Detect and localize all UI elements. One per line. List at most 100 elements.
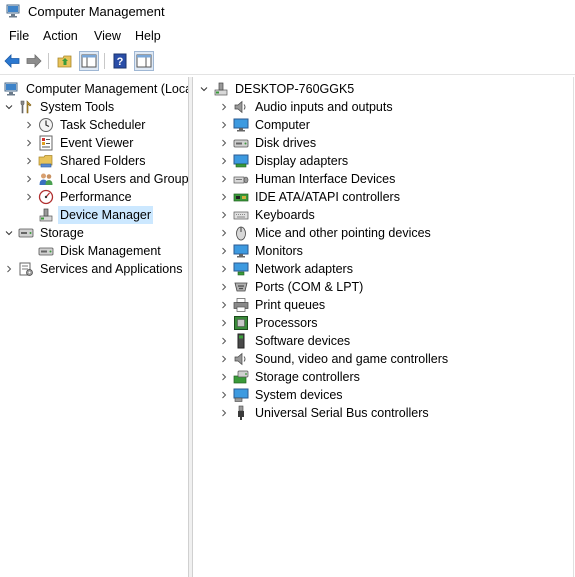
device-category-label: Sound, video and game controllers [255,352,449,366]
chevron-right-icon[interactable] [219,278,229,296]
chevron-right-icon[interactable] [219,170,229,188]
tree-root-computer-management[interactable]: Computer Management (Local [4,80,188,98]
computer-management-icon [6,4,20,18]
chevron-right-icon[interactable] [4,260,14,278]
chevron-down-icon[interactable] [199,80,209,98]
tree-item-services-and-applications[interactable]: Services and Applications [4,260,184,278]
device-category-label: Disk drives [255,136,317,150]
tree-item-label: Performance [60,190,132,204]
tree-item-task-scheduler[interactable]: Task Scheduler [24,116,147,134]
device-category-storage-controllers[interactable]: Storage controllers [219,368,362,386]
menu-file[interactable]: File [9,29,29,43]
svg-text:?: ? [117,56,124,68]
device-category-system-devices[interactable]: System devices [219,386,345,404]
device-category-sound-video-game[interactable]: Sound, video and game controllers [219,350,450,368]
chevron-down-icon[interactable] [4,224,14,242]
device-tree: DESKTOP-760GGK5 Audio inputs and outputs… [193,77,575,577]
show-hide-action-pane-button[interactable] [134,51,154,71]
device-category-keyboards[interactable]: Keyboards [219,206,317,224]
chevron-right-icon[interactable] [219,386,229,404]
device-category-software-devices[interactable]: Software devices [219,332,352,350]
chevron-right-icon[interactable] [219,296,229,314]
chevron-right-icon[interactable] [219,134,229,152]
chevron-right-icon[interactable] [219,368,229,386]
help-button[interactable]: ? [110,51,130,71]
tree-item-label: Local Users and Groups [60,172,188,186]
tree-item-system-tools[interactable]: System Tools [4,98,116,116]
device-category-monitors[interactable]: Monitors [219,242,305,260]
speaker-icon [234,352,246,366]
menu-help[interactable]: Help [135,29,161,43]
chevron-right-icon[interactable] [219,224,229,242]
device-category-label: Storage controllers [255,370,360,384]
processor-icon [234,316,248,330]
tree-item-disk-management[interactable]: Disk Management [38,242,163,260]
disk-drive-icon [233,139,249,148]
show-hide-action-pane-icon [136,54,152,68]
tree-item-label: Disk Management [60,244,161,258]
back-button[interactable] [2,51,22,71]
device-category-label: Monitors [255,244,303,258]
device-category-disk-drives[interactable]: Disk drives [219,134,318,152]
software-device-icon [237,333,245,349]
tree-item-device-manager[interactable]: Device Manager [38,206,154,224]
device-category-usb-controllers[interactable]: Universal Serial Bus controllers [219,404,431,422]
window-title: Computer Management [28,4,165,19]
chevron-right-icon[interactable] [219,152,229,170]
chevron-right-icon[interactable] [219,314,229,332]
chevron-right-icon[interactable] [219,404,229,422]
device-category-ide-controllers[interactable]: IDE ATA/ATAPI controllers [219,188,402,206]
tree-root-label: Computer Management (Local [26,82,188,96]
device-category-network-adapters[interactable]: Network adapters [219,260,355,278]
chevron-right-icon[interactable] [219,350,229,368]
chevron-right-icon[interactable] [24,188,34,206]
tree-item-performance[interactable]: Performance [24,188,134,206]
menu-action[interactable]: Action [43,29,78,43]
device-category-print-queues[interactable]: Print queues [219,296,327,314]
event-viewer-icon [39,135,53,151]
chevron-right-icon[interactable] [219,260,229,278]
clock-icon [39,118,53,132]
up-one-level-button[interactable] [55,51,75,71]
device-category-computer[interactable]: Computer [219,116,312,134]
console-tree: Computer Management (Local System Tools … [0,77,188,577]
device-category-processors[interactable]: Processors [219,314,320,332]
chevron-right-icon[interactable] [219,188,229,206]
chevron-right-icon[interactable] [24,170,34,188]
device-category-label: Network adapters [255,262,353,276]
chevron-right-icon[interactable] [24,134,34,152]
tree-item-label: Event Viewer [60,136,134,150]
menu-view[interactable]: View [94,29,121,43]
device-category-mice[interactable]: Mice and other pointing devices [219,224,433,242]
show-hide-console-tree-button[interactable] [79,51,99,71]
tree-item-shared-folders[interactable]: Shared Folders [24,152,147,170]
device-root-computer[interactable]: DESKTOP-760GGK5 [199,80,356,98]
device-category-label: Software devices [255,334,351,348]
chevron-right-icon[interactable] [219,116,229,134]
device-category-display-adapters[interactable]: Display adapters [219,152,350,170]
chevron-right-icon[interactable] [24,116,34,134]
device-category-label: System devices [255,388,343,402]
chevron-down-icon[interactable] [4,98,14,116]
forward-button[interactable] [24,51,44,71]
chevron-right-icon[interactable] [219,206,229,224]
tree-item-storage[interactable]: Storage [4,224,86,242]
chevron-right-icon[interactable] [219,98,229,116]
device-category-audio[interactable]: Audio inputs and outputs [219,98,395,116]
tree-item-local-users-and-groups[interactable]: Local Users and Groups [24,170,188,188]
tools-icon [20,100,32,114]
chevron-right-icon[interactable] [219,332,229,350]
speaker-icon [234,100,246,114]
system-device-icon [233,388,249,402]
users-icon [39,173,53,185]
device-category-label: IDE ATA/ATAPI controllers [255,190,400,204]
chevron-right-icon[interactable] [24,152,34,170]
chevron-right-icon[interactable] [219,242,229,260]
device-category-ports[interactable]: Ports (COM & LPT) [219,278,365,296]
device-category-label: Ports (COM & LPT) [255,280,364,294]
forward-arrow-icon [26,54,42,68]
help-icon: ? [113,53,127,69]
tree-item-event-viewer[interactable]: Event Viewer [24,134,135,152]
device-category-hid[interactable]: Human Interface Devices [219,170,397,188]
tree-item-label: Storage [40,226,84,240]
